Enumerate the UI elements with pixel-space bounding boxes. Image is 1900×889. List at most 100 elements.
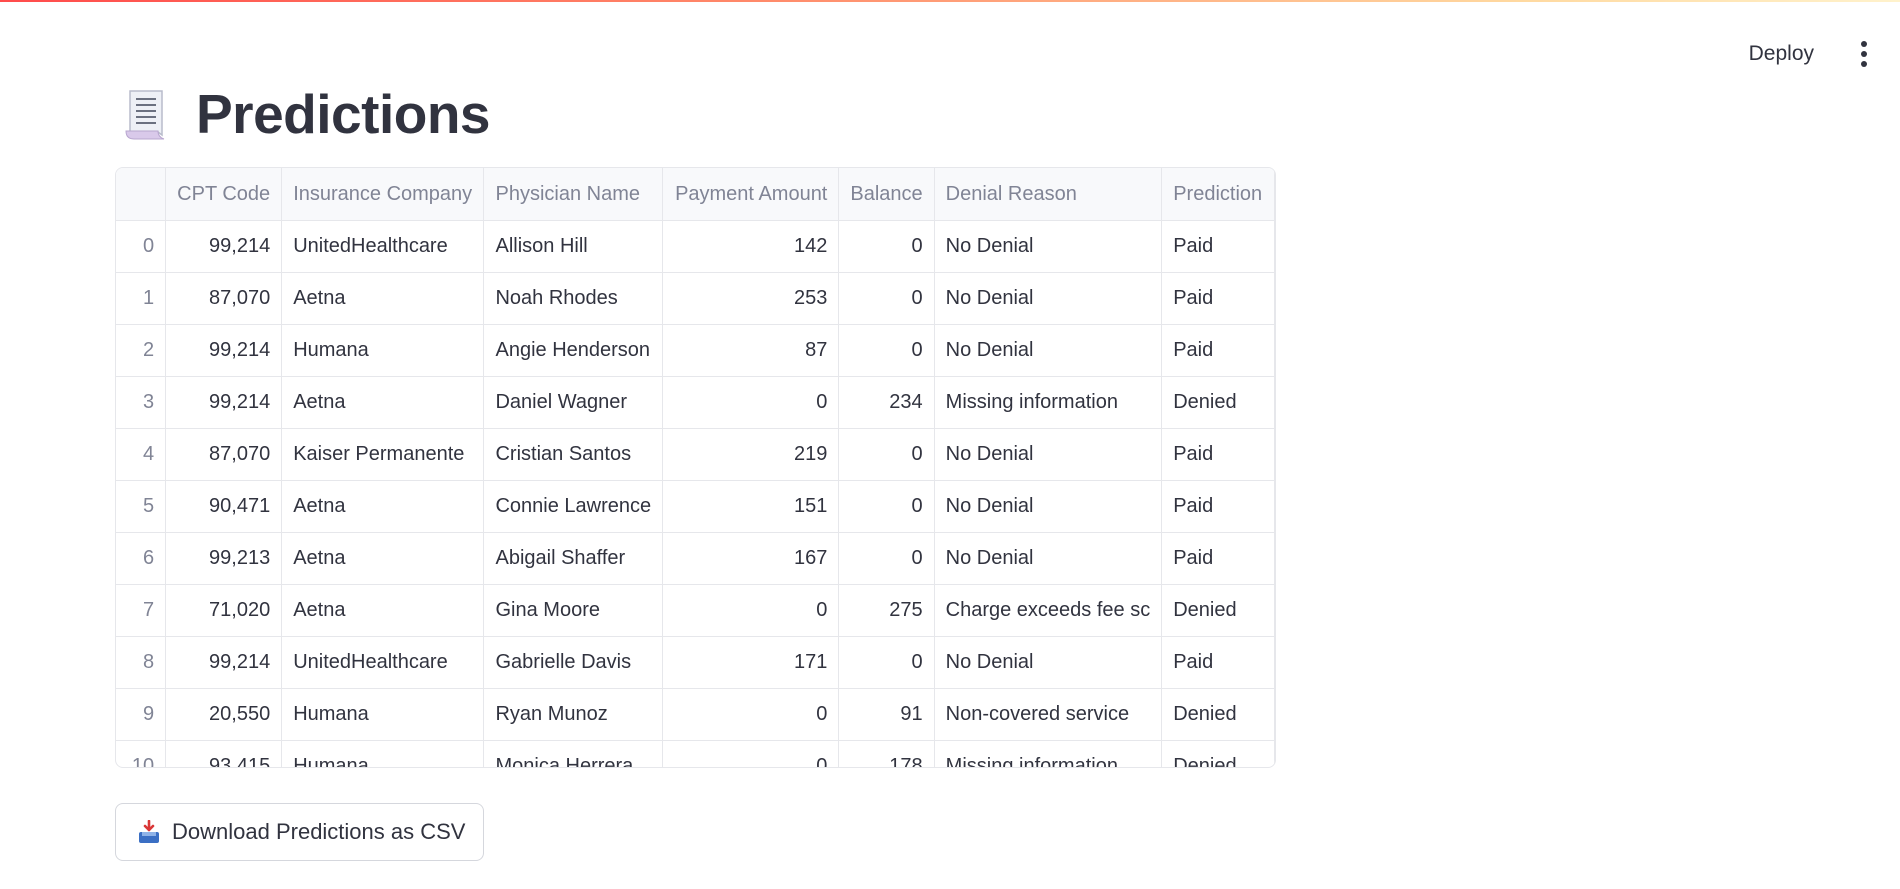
- table-row[interactable]: 5 90,471 Aetna Connie Lawrence 151 0 No Denial…: [116, 480, 1275, 533]
- cell-cpt-code[interactable]: 90,471: [165, 480, 283, 533]
- cell-cpt-code[interactable]: 20,550: [165, 688, 283, 741]
- column-header-payment-amount[interactable]: Payment Amount: [662, 168, 840, 221]
- cell-prediction[interactable]: Paid: [1161, 220, 1275, 273]
- cell-prediction[interactable]: Denied: [1161, 688, 1275, 741]
- cell-denial-reason[interactable]: No Denial: [934, 324, 1163, 377]
- cell-index[interactable]: 1: [116, 272, 167, 325]
- cell-physician-name[interactable]: Connie Lawrence: [483, 480, 664, 533]
- cell-physician-name[interactable]: Gina Moore: [483, 584, 664, 637]
- column-header-denial-reason[interactable]: Denial Reason: [934, 168, 1163, 221]
- cell-balance[interactable]: 0: [838, 428, 935, 481]
- cell-denial-reason[interactable]: Missing information: [934, 376, 1163, 429]
- cell-payment-amount[interactable]: 219: [662, 428, 840, 481]
- table-row[interactable]: 9 20,550 Humana Ryan Munoz 0 91 Non-covered se…: [116, 688, 1275, 741]
- cell-insurance-company[interactable]: Humana: [281, 688, 485, 741]
- cell-balance[interactable]: 0: [838, 324, 935, 377]
- cell-cpt-code[interactable]: 99,214: [165, 636, 283, 689]
- cell-physician-name[interactable]: Noah Rhodes: [483, 272, 664, 325]
- table-row[interactable]: 10 93,415 Humana Monica Herrera 0 178 Missing …: [116, 740, 1275, 767]
- cell-cpt-code[interactable]: 87,070: [165, 272, 283, 325]
- cell-index[interactable]: 5: [116, 480, 167, 533]
- cell-denial-reason[interactable]: No Denial: [934, 272, 1163, 325]
- cell-index[interactable]: 6: [116, 532, 167, 585]
- cell-physician-name[interactable]: Abigail Shaffer: [483, 532, 664, 585]
- cell-payment-amount[interactable]: 142: [662, 220, 840, 273]
- cell-balance[interactable]: 0: [838, 272, 935, 325]
- cell-denial-reason[interactable]: No Denial: [934, 636, 1163, 689]
- cell-insurance-company[interactable]: Aetna: [281, 532, 485, 585]
- table-row[interactable]: 8 99,214 UnitedHealthcare Gabrielle Davis 17…: [116, 636, 1275, 689]
- cell-prediction[interactable]: Paid: [1161, 428, 1275, 481]
- cell-balance[interactable]: 0: [838, 480, 935, 533]
- cell-index[interactable]: 9: [116, 688, 167, 741]
- cell-index[interactable]: 0: [116, 220, 167, 273]
- cell-denial-reason[interactable]: No Denial: [934, 220, 1163, 273]
- cell-physician-name[interactable]: Angie Henderson: [483, 324, 664, 377]
- cell-balance[interactable]: 0: [838, 220, 935, 273]
- cell-payment-amount[interactable]: 253: [662, 272, 840, 325]
- cell-prediction[interactable]: Denied: [1161, 376, 1275, 429]
- cell-payment-amount[interactable]: 0: [662, 688, 840, 741]
- cell-insurance-company[interactable]: Aetna: [281, 272, 485, 325]
- column-header-prediction[interactable]: Prediction: [1161, 168, 1275, 221]
- column-header-physician-name[interactable]: Physician Name: [483, 168, 664, 221]
- cell-insurance-company[interactable]: UnitedHealthcare: [281, 636, 485, 689]
- cell-insurance-company[interactable]: Aetna: [281, 480, 485, 533]
- cell-payment-amount[interactable]: 0: [662, 740, 840, 767]
- cell-insurance-company[interactable]: Humana: [281, 740, 485, 767]
- cell-balance[interactable]: 178: [838, 740, 935, 767]
- table-row[interactable]: 4 87,070 Kaiser Permanente Cristian Santos 2…: [116, 428, 1275, 481]
- cell-cpt-code[interactable]: 71,020: [165, 584, 283, 637]
- cell-payment-amount[interactable]: 87: [662, 324, 840, 377]
- cell-insurance-company[interactable]: Humana: [281, 324, 485, 377]
- cell-insurance-company[interactable]: Kaiser Permanente: [281, 428, 485, 481]
- table-row[interactable]: 7 71,020 Aetna Gina Moore 0 275 Charge exceeds…: [116, 584, 1275, 637]
- cell-prediction[interactable]: Paid: [1161, 532, 1275, 585]
- cell-insurance-company[interactable]: Aetna: [281, 584, 485, 637]
- cell-physician-name[interactable]: Ryan Munoz: [483, 688, 664, 741]
- cell-prediction[interactable]: Denied: [1161, 584, 1275, 637]
- cell-physician-name[interactable]: Daniel Wagner: [483, 376, 664, 429]
- cell-physician-name[interactable]: Cristian Santos: [483, 428, 664, 481]
- cell-payment-amount[interactable]: 171: [662, 636, 840, 689]
- cell-balance[interactable]: 91: [838, 688, 935, 741]
- cell-index[interactable]: 7: [116, 584, 167, 637]
- table-row[interactable]: 6 99,213 Aetna Abigail Shaffer 167 0 No Denial…: [116, 532, 1275, 585]
- cell-prediction[interactable]: Paid: [1161, 480, 1275, 533]
- table-row[interactable]: 2 99,214 Humana Angie Henderson 87 0 No Denial…: [116, 324, 1275, 377]
- cell-denial-reason[interactable]: Missing information: [934, 740, 1163, 767]
- column-header-cpt-code[interactable]: CPT Code: [165, 168, 283, 221]
- column-header-index[interactable]: [116, 168, 167, 221]
- cell-cpt-code[interactable]: 99,214: [165, 376, 283, 429]
- cell-physician-name[interactable]: Allison Hill: [483, 220, 664, 273]
- table-row[interactable]: 3 99,214 Aetna Daniel Wagner 0 234 Missing inf…: [116, 376, 1275, 429]
- cell-index[interactable]: 3: [116, 376, 167, 429]
- column-header-balance[interactable]: Balance: [838, 168, 935, 221]
- cell-index[interactable]: 2: [116, 324, 167, 377]
- cell-prediction[interactable]: Denied: [1161, 740, 1275, 767]
- cell-physician-name[interactable]: Monica Herrera: [483, 740, 664, 767]
- column-header-insurance-company[interactable]: Insurance Company: [281, 168, 485, 221]
- cell-index[interactable]: 4: [116, 428, 167, 481]
- cell-denial-reason[interactable]: Non-covered service: [934, 688, 1163, 741]
- cell-prediction[interactable]: Paid: [1161, 324, 1275, 377]
- cell-payment-amount[interactable]: 0: [662, 376, 840, 429]
- download-csv-button[interactable]: Download Predictions as CSV: [115, 803, 485, 861]
- cell-balance[interactable]: 234: [838, 376, 935, 429]
- cell-balance[interactable]: 0: [838, 532, 935, 585]
- more-vertical-icon[interactable]: [1854, 39, 1874, 69]
- predictions-dataframe[interactable]: CPT Code Insurance Company Physician Nam…: [115, 167, 1276, 768]
- cell-index[interactable]: 8: [116, 636, 167, 689]
- cell-payment-amount[interactable]: 167: [662, 532, 840, 585]
- table-row[interactable]: 0 99,214 UnitedHealthcare Allison Hill 142 0 N…: [116, 220, 1275, 273]
- cell-prediction[interactable]: Paid: [1161, 272, 1275, 325]
- cell-prediction[interactable]: Paid: [1161, 636, 1275, 689]
- cell-insurance-company[interactable]: Aetna: [281, 376, 485, 429]
- deploy-button[interactable]: Deploy: [1739, 36, 1824, 72]
- cell-denial-reason[interactable]: Charge exceeds fee sc: [934, 584, 1163, 637]
- cell-physician-name[interactable]: Gabrielle Davis: [483, 636, 664, 689]
- cell-payment-amount[interactable]: 151: [662, 480, 840, 533]
- cell-payment-amount[interactable]: 0: [662, 584, 840, 637]
- cell-denial-reason[interactable]: No Denial: [934, 428, 1163, 481]
- cell-cpt-code[interactable]: 93,415: [165, 740, 283, 767]
